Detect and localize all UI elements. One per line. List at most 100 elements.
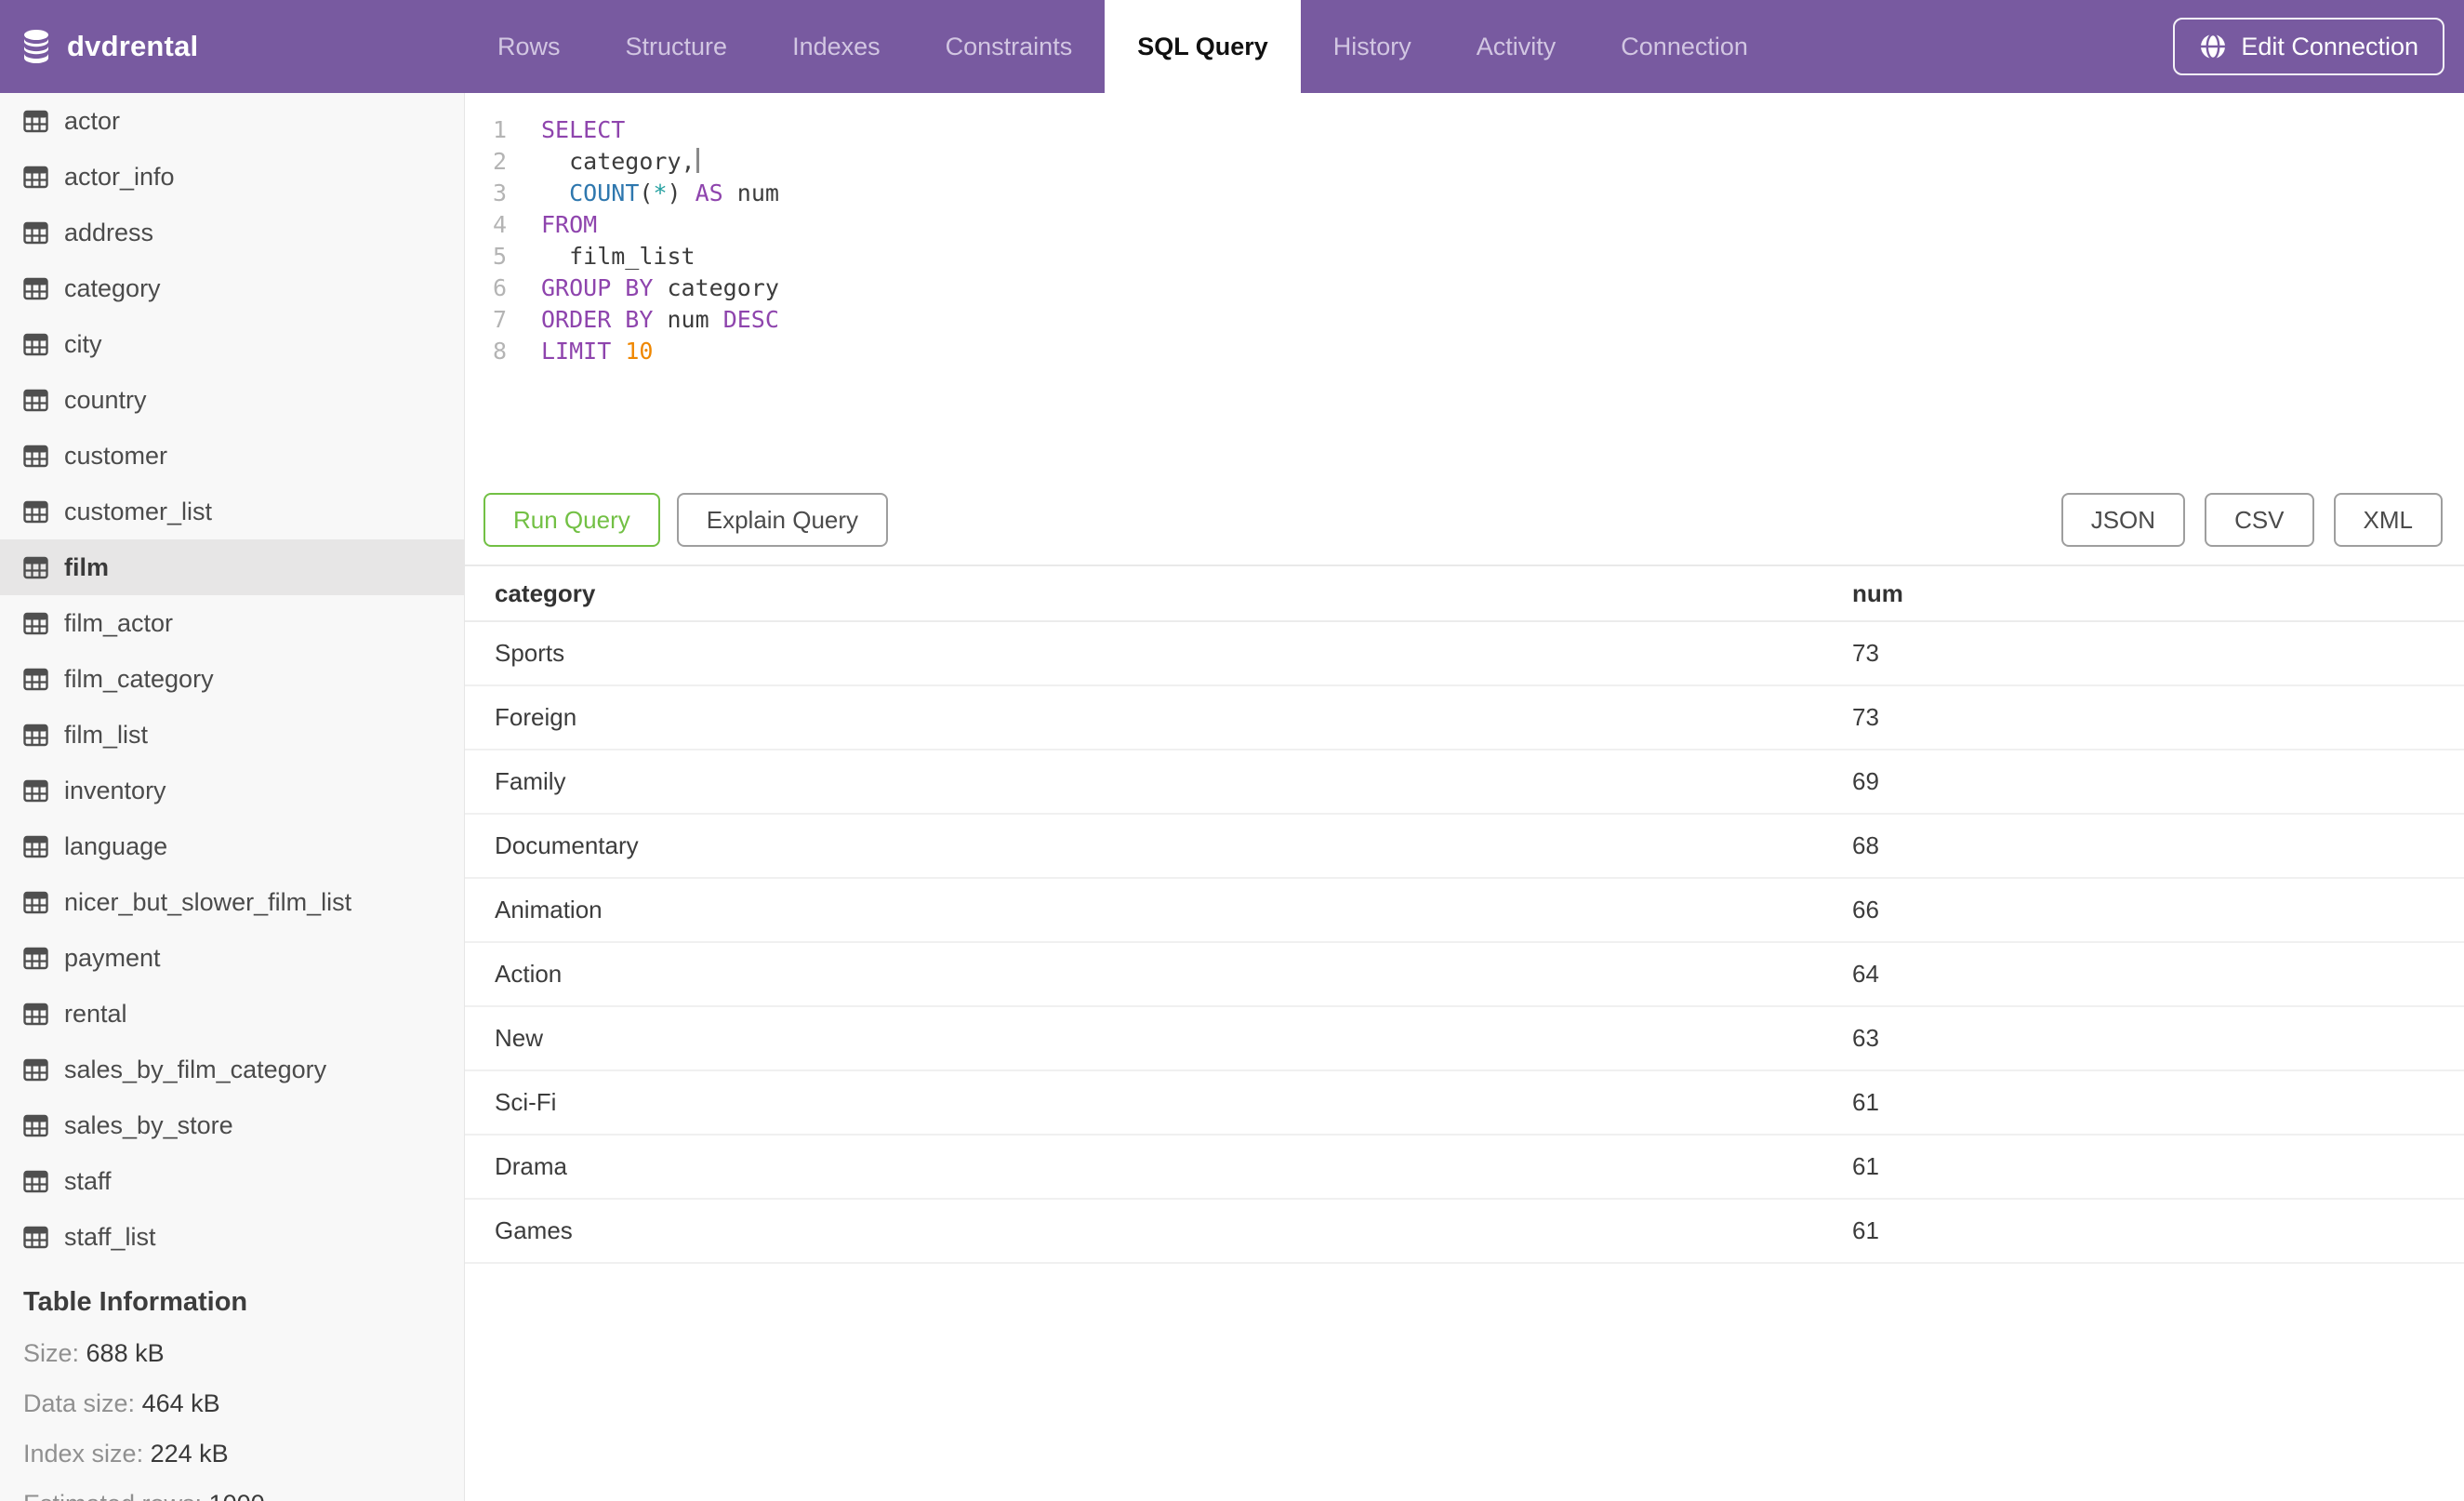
table-row: Family 69 xyxy=(465,750,2464,815)
table-icon xyxy=(23,779,48,803)
sidebar-item-label: film_list xyxy=(64,720,149,749)
main-panel: 1 SELECT 2 category, 3 COUNT(*) AS num 4 FROM… xyxy=(465,93,2464,1501)
sidebar-item-actor[interactable]: actor xyxy=(0,93,464,149)
table-row: Sci-Fi 61 xyxy=(465,1071,2464,1136)
table-icon xyxy=(23,1003,48,1026)
cell-category: Foreign xyxy=(495,703,577,731)
sidebar-item-label: sales_by_film_category xyxy=(64,1055,327,1083)
sidebar-item-film-list[interactable]: film_list xyxy=(0,707,464,763)
export-xml-button[interactable]: XML xyxy=(2333,493,2443,547)
table-icon xyxy=(23,500,48,524)
tab-constraints[interactable]: Constraints xyxy=(913,0,1106,93)
sidebar-item-actor-info[interactable]: actor_info xyxy=(0,149,464,205)
tab-rows[interactable]: Rows xyxy=(465,0,593,93)
database-icon xyxy=(22,30,50,63)
code-line: 1 SELECT xyxy=(465,114,2464,146)
sidebar-item-language[interactable]: language xyxy=(0,818,464,874)
info-value: 224 kB xyxy=(150,1440,229,1468)
table-row: Documentary 68 xyxy=(465,815,2464,879)
sidebar-item-label: staff_list xyxy=(64,1222,156,1251)
run-query-button[interactable]: Run Query xyxy=(484,493,660,547)
table-icon xyxy=(23,556,48,579)
sidebar-item-category[interactable]: category xyxy=(0,260,464,316)
edit-connection-button[interactable]: Edit Connection xyxy=(2173,18,2444,75)
sidebar-item-label: staff xyxy=(64,1166,112,1195)
table-row: New 63 xyxy=(465,1007,2464,1071)
cell-category: Games xyxy=(495,1216,573,1244)
sidebar-item-label: country xyxy=(64,385,147,414)
cell-num: 73 xyxy=(1852,703,1879,731)
sidebar-item-staff[interactable]: staff xyxy=(0,1153,464,1209)
cell-num: 69 xyxy=(1852,767,1879,795)
code-text: film_list xyxy=(541,243,695,270)
code-line: 2 category, xyxy=(465,146,2464,178)
table-icon xyxy=(23,668,48,691)
table-icon xyxy=(23,891,48,914)
table-information-heading: Table Information xyxy=(23,1287,248,1317)
code-line: 5 film_list xyxy=(465,241,2464,272)
sidebar-item-label: film xyxy=(64,552,110,581)
cell-category: Drama xyxy=(495,1152,568,1180)
sidebar-item-label: city xyxy=(64,329,102,358)
app-header: dvdrental Rows Structure Indexes Constraint… xyxy=(0,0,2464,93)
line-number: 4 xyxy=(492,211,507,238)
sidebar-item-label: payment xyxy=(64,943,161,972)
code-line: 3 COUNT(*) AS num xyxy=(465,178,2464,209)
cell-num: 64 xyxy=(1852,960,1879,988)
sidebar-item-city[interactable]: city xyxy=(0,316,464,372)
table-icon xyxy=(23,612,48,635)
cell-category: New xyxy=(495,1024,544,1052)
info-value: 464 kB xyxy=(141,1389,220,1417)
cell-category: Documentary xyxy=(495,831,639,859)
sidebar-item-customer[interactable]: customer xyxy=(0,428,464,484)
sidebar-item-customer-list[interactable]: customer_list xyxy=(0,484,464,539)
sidebar-item-film[interactable]: film xyxy=(0,539,464,595)
tab-structure[interactable]: Structure xyxy=(593,0,761,93)
tab-history[interactable]: History xyxy=(1301,0,1444,93)
cell-category: Action xyxy=(495,960,563,988)
sidebar-item-film-actor[interactable]: film_actor xyxy=(0,595,464,651)
sidebar-item-country[interactable]: country xyxy=(0,372,464,428)
results-header-row: category num xyxy=(465,566,2464,622)
sql-editor[interactable]: 1 SELECT 2 category, 3 COUNT(*) AS num 4 FROM… xyxy=(465,93,2464,484)
table-list: actor actor_info address category city c… xyxy=(0,93,464,1265)
sidebar-item-inventory[interactable]: inventory xyxy=(0,763,464,818)
info-value: 1000 xyxy=(209,1490,265,1501)
code-text: SELECT xyxy=(541,116,626,143)
sidebar-item-film-category[interactable]: film_category xyxy=(0,651,464,707)
sidebar-item-label: film_actor xyxy=(64,608,174,637)
sidebar-item-sales-by-store[interactable]: sales_by_store xyxy=(0,1097,464,1153)
table-row: Animation 66 xyxy=(465,879,2464,943)
sidebar-item-label: address xyxy=(64,218,154,246)
table-icon xyxy=(23,1058,48,1082)
sidebar-item-payment[interactable]: payment xyxy=(0,930,464,986)
sidebar-item-label: customer_list xyxy=(64,497,213,525)
info-row-index-size-: Index size: 224 kB xyxy=(23,1440,445,1468)
sidebar-item-sales-by-film-category[interactable]: sales_by_film_category xyxy=(0,1042,464,1097)
tab-connection[interactable]: Connection xyxy=(1588,0,1781,93)
table-icon xyxy=(23,1226,48,1249)
sidebar-item-staff-list[interactable]: staff_list xyxy=(0,1209,464,1265)
cell-category: Sports xyxy=(495,639,565,667)
table-information: Table Information Size: 688 kB Data size:… xyxy=(0,1265,464,1501)
table-icon xyxy=(23,724,48,747)
cell-num: 63 xyxy=(1852,1024,1879,1052)
explain-query-button[interactable]: Explain Query xyxy=(676,493,889,547)
tab-sql-query[interactable]: SQL Query xyxy=(1105,0,1301,93)
export-json-button[interactable]: JSON xyxy=(2060,493,2186,547)
tab-activity[interactable]: Activity xyxy=(1444,0,1589,93)
sidebar-item-address[interactable]: address xyxy=(0,205,464,260)
table-icon xyxy=(23,389,48,412)
sidebar-item-label: nicer_but_slower_film_list xyxy=(64,887,352,916)
sidebar-item-rental[interactable]: rental xyxy=(0,986,464,1042)
code-line: 8 LIMIT 10 xyxy=(465,336,2464,367)
tab-indexes[interactable]: Indexes xyxy=(760,0,913,93)
cell-category: Sci-Fi xyxy=(495,1088,557,1116)
table-icon xyxy=(23,277,48,300)
export-csv-button[interactable]: CSV xyxy=(2205,493,2314,547)
sidebar-item-nicer-but-slower-film-list[interactable]: nicer_but_slower_film_list xyxy=(0,874,464,930)
sidebar-item-label: rental xyxy=(64,999,127,1028)
sidebar-item-label: category xyxy=(64,273,161,302)
cell-num: 61 xyxy=(1852,1088,1879,1116)
table-row: Foreign 73 xyxy=(465,686,2464,750)
